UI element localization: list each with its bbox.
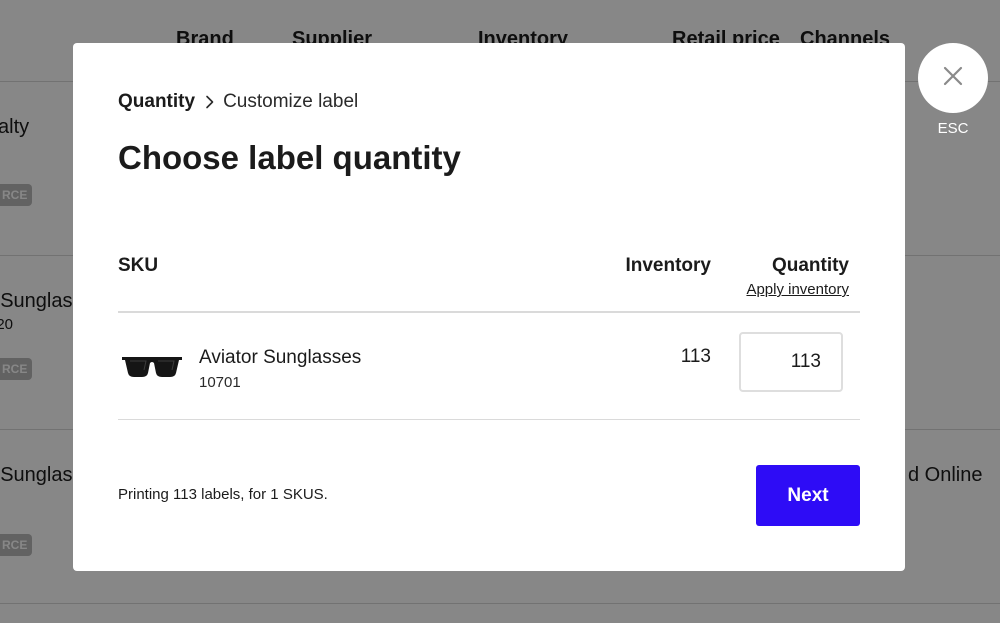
breadcrumb: Quantity Customize label bbox=[118, 91, 358, 113]
label-quantity-modal: Quantity Customize label Choose label qu… bbox=[73, 43, 905, 571]
close-button[interactable] bbox=[918, 43, 988, 113]
chevron-right-icon bbox=[195, 95, 223, 109]
header-quantity: Quantity bbox=[771, 255, 849, 276]
sunglasses-icon bbox=[120, 351, 184, 381]
table-divider bbox=[118, 419, 860, 420]
modal-title: Choose label quantity bbox=[118, 139, 461, 176]
table-row: Aviator Sunglasses 10701 113 bbox=[118, 332, 860, 401]
close-icon bbox=[942, 65, 964, 92]
next-button[interactable]: Next bbox=[756, 465, 860, 526]
breadcrumb-next[interactable]: Customize label bbox=[223, 91, 358, 113]
product-sku: 10701 bbox=[199, 374, 241, 391]
apply-inventory-link[interactable]: Apply inventory bbox=[746, 281, 849, 298]
table-divider bbox=[118, 311, 860, 313]
header-inventory: Inventory bbox=[625, 255, 711, 276]
inventory-value: 113 bbox=[680, 346, 711, 367]
quantity-input[interactable] bbox=[739, 332, 843, 392]
header-sku: SKU bbox=[118, 255, 159, 276]
product-name: Aviator Sunglasses bbox=[199, 347, 362, 368]
esc-label: ESC bbox=[937, 120, 969, 137]
breadcrumb-current: Quantity bbox=[118, 91, 196, 112]
printing-summary: Printing 113 labels, for 1 SKUS. bbox=[118, 486, 328, 503]
